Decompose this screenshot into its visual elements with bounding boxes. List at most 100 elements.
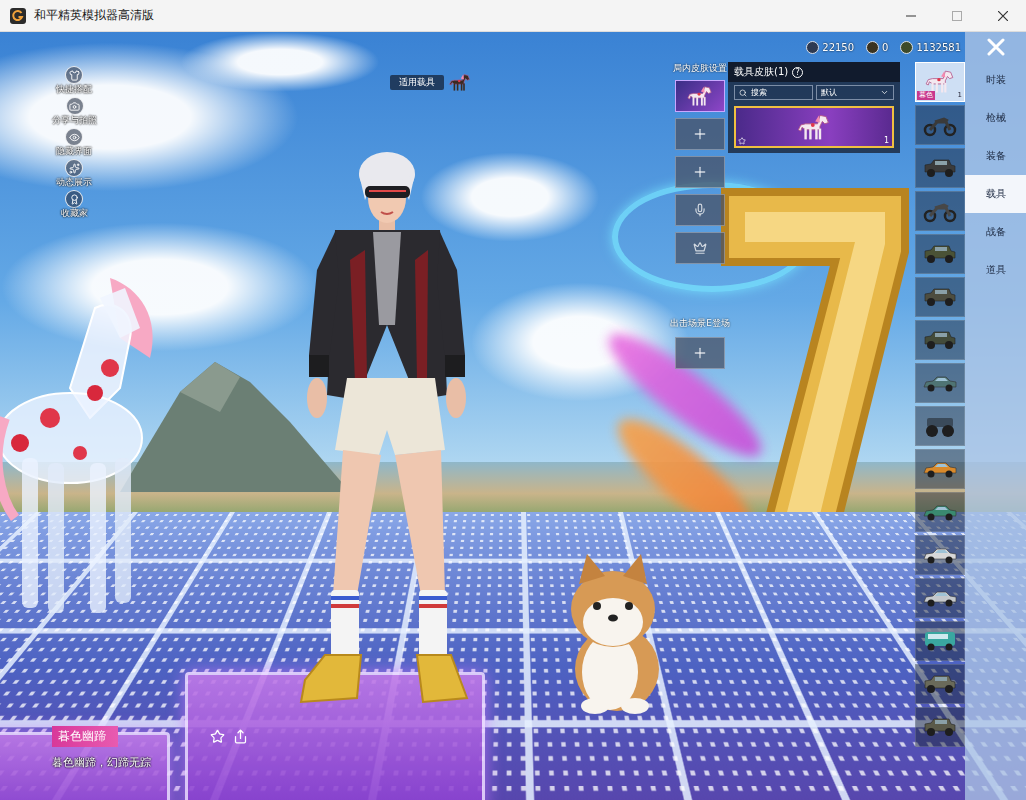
plus-icon <box>692 126 708 142</box>
vehicle-item[interactable] <box>915 406 965 446</box>
skin-panel: 载具皮肤(1)?搜索默认1 <box>728 62 900 153</box>
game-view: 快捷搭配分享与拍照隐藏界面动态展示收藏家暮色幽蹄暮色幽蹄，幻蹄无踪 适用载具 221… <box>0 32 1026 800</box>
car-icon <box>922 543 958 567</box>
skin-slot[interactable] <box>675 80 725 112</box>
van-icon <box>922 629 958 653</box>
vehicle-item[interactable] <box>915 621 965 661</box>
motorcycle-icon <box>922 113 958 137</box>
vehicle-item[interactable] <box>915 664 965 704</box>
vehicle-list: 暮色1 <box>915 62 965 747</box>
vehicle-tag: 适用载具 <box>390 73 472 92</box>
category-tabs: 时装枪械装备载具战备道具 <box>965 32 1026 800</box>
help-button[interactable]: ? <box>792 67 803 78</box>
skin-slots: 局内皮肤设置出击场景E登场 <box>672 62 728 369</box>
item-actions <box>210 729 248 744</box>
side-menu-item[interactable]: 动态展示 <box>52 159 96 188</box>
character-model <box>295 150 475 710</box>
item-description: 暮色幽蹄，幻蹄无踪 <box>52 755 290 770</box>
outfit-icon <box>69 70 80 81</box>
vehicle-item[interactable] <box>915 707 965 747</box>
minimize-icon <box>906 11 916 21</box>
item-name: 暮色幽蹄 <box>52 726 118 747</box>
cloud <box>420 152 600 242</box>
microphone-icon <box>693 203 707 217</box>
vehicle-item[interactable] <box>915 320 965 360</box>
category-tab[interactable]: 载具 <box>965 175 1026 213</box>
hud: 快捷搭配分享与拍照隐藏界面动态展示收藏家暮色幽蹄暮色幽蹄，幻蹄无踪 适用载具 221… <box>0 32 1026 800</box>
vehicle-tag-label: 适用载具 <box>390 75 444 90</box>
item-info: 暮色幽蹄暮色幽蹄，幻蹄无踪 <box>52 726 290 770</box>
menu-icon-badge <box>65 159 83 177</box>
search-row: 搜索默认 <box>728 82 900 103</box>
vehicle-item[interactable] <box>915 191 965 231</box>
coin-icon <box>866 41 879 54</box>
truck-icon <box>922 414 958 438</box>
category-tab[interactable]: 装备 <box>965 137 1026 175</box>
star-icon[interactable] <box>210 729 225 744</box>
jeep-icon <box>922 328 958 352</box>
vehicle-item[interactable] <box>915 234 965 274</box>
share-icon[interactable] <box>233 729 248 744</box>
menu-icon-badge <box>66 97 84 115</box>
search-field[interactable]: 搜索 <box>734 85 813 100</box>
side-menu-item[interactable]: 隐藏界面 <box>52 128 96 157</box>
vehicle-item[interactable] <box>915 535 965 575</box>
scene-slot[interactable] <box>675 337 725 369</box>
window-title: 和平精英模拟器高清版 <box>34 7 888 24</box>
close-icon <box>998 11 1008 21</box>
vehicle-item[interactable] <box>915 277 965 317</box>
category-tab[interactable]: 战备 <box>965 213 1026 251</box>
horse-model <box>0 268 170 640</box>
skin-slot[interactable] <box>675 118 725 150</box>
vehicle-item[interactable] <box>915 578 965 618</box>
category-tab[interactable]: 时装 <box>965 61 1026 99</box>
jeep-icon <box>922 715 958 739</box>
menu-icon-badge <box>65 66 83 84</box>
side-menu: 快捷搭配分享与拍照隐藏界面动态展示收藏家 <box>52 66 290 219</box>
menu-label: 快捷搭配 <box>56 84 92 95</box>
coin-icon <box>806 41 819 54</box>
side-menu-item[interactable]: 快捷搭配 <box>52 66 96 95</box>
vehicle-label: 暮色 <box>917 91 935 100</box>
skin-slot[interactable] <box>675 232 725 264</box>
currency-amount: 1132581 <box>916 42 961 53</box>
maximize-button[interactable] <box>934 0 980 32</box>
menu-icon-badge <box>65 190 83 208</box>
category-tab[interactable]: 道具 <box>965 251 1026 289</box>
vehicle-item[interactable] <box>915 105 965 145</box>
search-icon <box>739 89 747 97</box>
vehicle-item[interactable] <box>915 449 965 489</box>
skin-card[interactable]: 1 <box>734 106 894 148</box>
jeep-icon <box>922 156 958 180</box>
jeep-icon <box>922 242 958 266</box>
cloud <box>0 222 320 352</box>
horse-icon <box>796 113 832 142</box>
vehicle-item[interactable] <box>915 148 965 188</box>
category-tab[interactable]: 枪械 <box>965 99 1026 137</box>
sort-dropdown[interactable]: 默认 <box>816 85 895 100</box>
currency-bar: 22150 0 1132581 <box>672 32 965 62</box>
camera-icon <box>69 101 80 112</box>
skin-slot[interactable] <box>675 156 725 188</box>
medal-icon <box>69 194 80 205</box>
emulator-window: 和平精英模拟器高清版快捷搭配分享与拍照隐藏界面动态展示收藏家暮色幽蹄暮色幽蹄，幻… <box>0 0 1026 800</box>
main-row: 局内皮肤设置出击场景E登场载具皮肤(1)?搜索默认1暮色1 <box>672 62 965 747</box>
close-button[interactable] <box>965 32 1026 61</box>
close-window-button[interactable] <box>980 0 1026 32</box>
crown-icon <box>693 241 707 255</box>
app-logo-icon <box>10 8 26 24</box>
jeep-icon <box>922 285 958 309</box>
vehicle-item[interactable]: 暮色1 <box>915 62 965 102</box>
vehicle-item[interactable] <box>915 492 965 532</box>
plus-icon <box>692 164 708 180</box>
minimize-button[interactable] <box>888 0 934 32</box>
card-favorite[interactable] <box>738 137 746 145</box>
side-menu-item[interactable]: 分享与拍照 <box>52 97 97 126</box>
side-menu-item[interactable]: 收藏家 <box>52 190 96 219</box>
currency-amount: 22150 <box>822 42 854 53</box>
currency-amount: 0 <box>882 42 888 53</box>
title-bar: 和平精英模拟器高清版 <box>0 0 1026 32</box>
vehicle-item[interactable] <box>915 363 965 403</box>
skin-slots-title: 局内皮肤设置 <box>673 62 727 74</box>
skin-slot[interactable] <box>675 194 725 226</box>
